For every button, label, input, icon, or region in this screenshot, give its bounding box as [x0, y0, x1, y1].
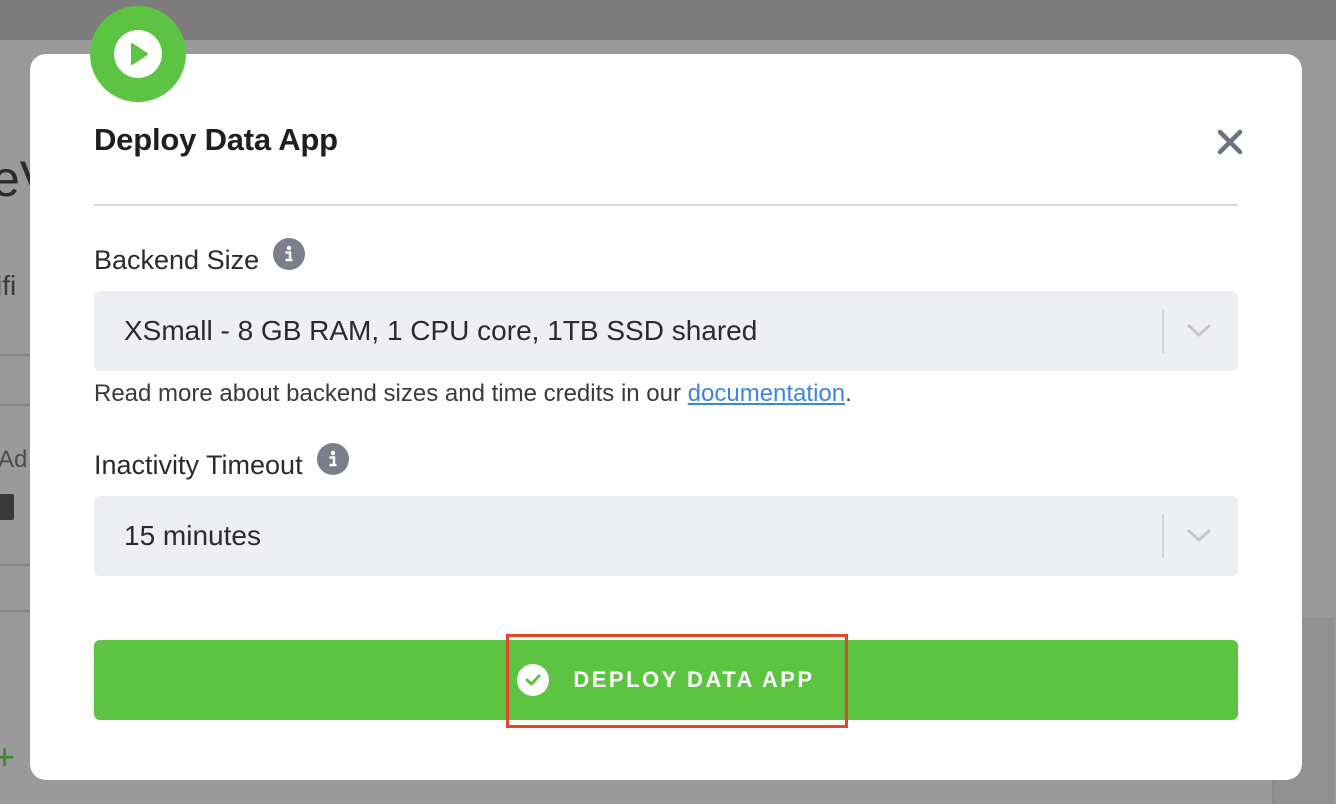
background-divider: [0, 610, 30, 612]
close-icon[interactable]: [1212, 124, 1248, 160]
chevron-down-icon[interactable]: [1184, 317, 1214, 345]
inactivity-timeout-select[interactable]: 15 minutes: [94, 496, 1238, 576]
deploy-button-label: DEPLOY DATA APP: [573, 667, 815, 692]
select-separator: [1162, 514, 1164, 558]
help-prefix: Read more about backend sizes and time c…: [94, 380, 688, 407]
backend-size-label: Backend Size: [94, 238, 306, 276]
book-icon: [0, 494, 14, 520]
background-row-fragment: Ad: [0, 446, 28, 473]
info-icon[interactable]: [316, 443, 349, 475]
select-separator: [1162, 309, 1164, 353]
backend-size-select[interactable]: XSmall - 8 GB RAM, 1 CPU core, 1TB SSD s…: [94, 291, 1238, 371]
backend-size-help-text: Read more about backend sizes and time c…: [94, 380, 852, 408]
background-subheading-fragment: ifi: [0, 270, 17, 301]
background-divider: [0, 564, 30, 566]
background-divider: [0, 404, 30, 406]
play-icon: [90, 6, 186, 102]
background-divider: [0, 354, 30, 356]
check-circle-icon: [517, 664, 550, 696]
header-divider: [94, 204, 1238, 206]
deploy-data-app-modal: Deploy Data App Backend Size XSmall - 8 …: [30, 54, 1302, 780]
inactivity-timeout-label: Inactivity Timeout: [94, 443, 349, 481]
help-suffix: .: [845, 380, 852, 407]
info-icon[interactable]: [273, 238, 306, 270]
inactivity-timeout-label-text: Inactivity Timeout: [94, 449, 303, 480]
modal-title: Deploy Data App: [94, 122, 338, 157]
deploy-data-app-button[interactable]: DEPLOY DATA APP: [94, 640, 1238, 720]
deploy-button-content: DEPLOY DATA APP: [517, 664, 814, 696]
play-icon-inner: [114, 30, 162, 78]
backend-size-label-text: Backend Size: [94, 244, 260, 275]
plus-icon: +: [0, 736, 16, 777]
documentation-link[interactable]: documentation: [688, 380, 845, 407]
chevron-down-icon[interactable]: [1184, 522, 1214, 550]
inactivity-timeout-value: 15 minutes: [124, 520, 261, 551]
backend-size-value: XSmall - 8 GB RAM, 1 CPU core, 1TB SSD s…: [124, 315, 758, 346]
background-topbar: [0, 0, 1336, 40]
